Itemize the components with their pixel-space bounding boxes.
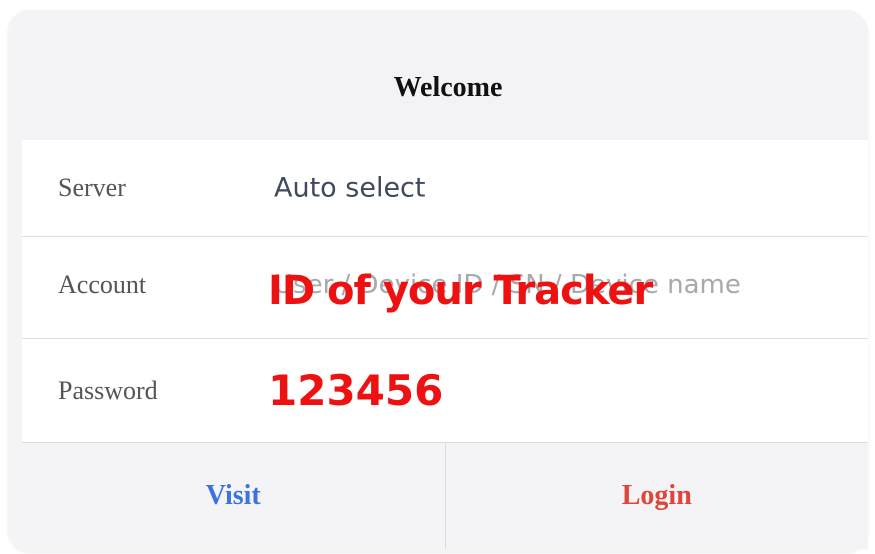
password-input[interactable]: [274, 363, 844, 419]
card-header: Welcome: [22, 26, 868, 151]
visit-button[interactable]: Visit: [22, 443, 446, 549]
password-label: Password: [58, 376, 158, 405]
account-input[interactable]: [274, 257, 844, 313]
action-bar: Visit Login: [22, 442, 868, 549]
account-row: Account: [22, 236, 868, 333]
server-select[interactable]: Auto select: [274, 173, 426, 204]
account-label: Account: [58, 270, 147, 299]
login-button[interactable]: Login: [446, 443, 869, 549]
login-form: Server Auto select Account Password ID o…: [22, 140, 868, 442]
server-label: Server: [58, 173, 126, 202]
page-title: Welcome: [393, 72, 503, 103]
password-row: Password: [22, 338, 868, 443]
server-row[interactable]: Server Auto select: [22, 140, 868, 236]
